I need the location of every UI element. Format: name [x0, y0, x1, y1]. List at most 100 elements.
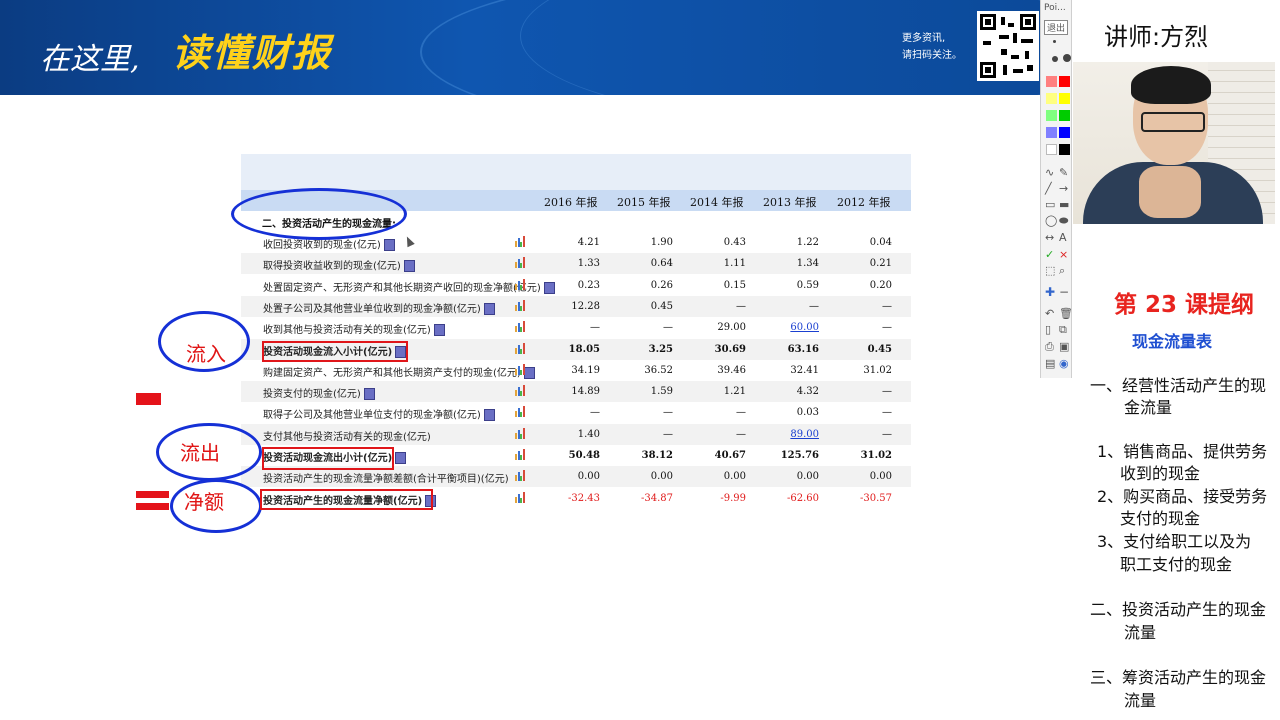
line-icon[interactable]: ╱ — [1045, 182, 1052, 195]
row-label: 处置子公司及其他营业单位收到的现金净额(亿元) — [263, 300, 495, 315]
banner-wave — [520, 0, 1040, 95]
chart-icon[interactable] — [515, 385, 525, 397]
chart-icon[interactable] — [515, 406, 525, 418]
color-swatch-light-red[interactable] — [1046, 76, 1057, 87]
chart-icon[interactable] — [515, 342, 525, 354]
chart-icon[interactable] — [515, 257, 525, 269]
zoom-icon[interactable]: ⌕ — [1059, 264, 1065, 278]
color-swatch-light-green[interactable] — [1046, 110, 1057, 121]
value-link[interactable]: 89.00 — [759, 429, 819, 440]
webcam-video — [1073, 62, 1275, 224]
value-cell: — — [736, 407, 746, 419]
value-cell: 1.22 — [796, 237, 819, 248]
color-swatch-blue[interactable] — [1059, 127, 1070, 138]
row-label-text: 处置固定资产、无形资产和其他长期资产收回的现金净额(亿元) — [263, 282, 541, 294]
info-icon[interactable] — [363, 388, 375, 401]
chart-icon[interactable] — [515, 236, 525, 247]
row-label: 投资活动产生的现金流量净额差额(合计平衡项目)(亿元) — [263, 470, 509, 485]
value-cell: 18.05 — [568, 343, 600, 355]
chart-icon[interactable] — [515, 449, 525, 460]
exit-button[interactable]: 退出 — [1044, 20, 1069, 35]
row-label-text: 购建固定资产、无形资产和其他长期资产支付的现金(亿元) — [263, 367, 521, 379]
info-icon[interactable] — [433, 324, 445, 337]
select-icon[interactable]: ⬚ — [1045, 264, 1055, 277]
inflow-annotation-label: 流入 — [186, 342, 226, 366]
outline-item: 1、销售商品、提供劳务 — [1097, 442, 1268, 461]
annotation-tool-palette: Poi... 退出 ∿ ✎ ╱ → ▭ ▬ ◯ ⬬ ↔ A ✓ × ⬚ ⌕ ✚ … — [1040, 0, 1073, 378]
section-ellipse-annotation — [231, 188, 407, 240]
minus-annotation — [136, 393, 161, 405]
color-swatch-green[interactable] — [1059, 110, 1070, 121]
chart-icon[interactable] — [515, 299, 525, 311]
settings-icon[interactable]: ◉ — [1059, 357, 1069, 370]
copy-icon[interactable]: ⧉ — [1059, 323, 1067, 337]
chart-icon[interactable] — [515, 470, 525, 482]
info-icon[interactable] — [523, 366, 535, 379]
value-cell: 1.11 — [723, 258, 746, 270]
value-cell: — — [663, 428, 673, 440]
color-swatch-red[interactable] — [1059, 76, 1070, 87]
pen-medium-icon[interactable] — [1052, 56, 1058, 62]
image-icon[interactable]: ▤ — [1045, 357, 1055, 370]
pen-large-icon[interactable] — [1063, 54, 1071, 62]
value-cell: 0.64 — [650, 258, 673, 270]
chart-icon[interactable] — [515, 427, 525, 439]
text-icon[interactable]: A — [1059, 231, 1067, 244]
chart-icon-bar — [522, 406, 525, 418]
value-cell: — — [663, 322, 673, 334]
value-cell: 4.32 — [796, 386, 819, 398]
year-header: 2015 年报 — [617, 196, 671, 209]
trash-icon[interactable]: 🗑 — [1059, 307, 1073, 320]
print-icon[interactable]: ⎙ — [1045, 340, 1054, 354]
highlighter-icon[interactable]: ✎ — [1059, 166, 1068, 179]
info-icon[interactable] — [403, 260, 415, 273]
cross-icon[interactable]: × — [1059, 248, 1068, 261]
zoom-in-icon[interactable]: ✚ — [1045, 285, 1055, 299]
undo-icon[interactable]: ↶ — [1045, 307, 1054, 320]
pen-small-icon[interactable] — [1053, 40, 1056, 43]
value-cell: — — [809, 300, 819, 312]
row-label: 投资支付的现金(亿元) — [263, 385, 375, 401]
outline-item: 流量 — [1124, 623, 1157, 642]
save-icon[interactable]: ▣ — [1059, 340, 1069, 353]
chart-icon[interactable] — [515, 321, 525, 333]
color-swatch-light-yellow[interactable] — [1046, 93, 1057, 104]
outline-title: 第 23 课提纲 — [1114, 292, 1255, 318]
color-swatch-black[interactable] — [1059, 144, 1070, 155]
info-icon[interactable] — [395, 452, 407, 464]
value-cell: 0.03 — [796, 407, 819, 419]
filled-ellipse-icon[interactable]: ⬬ — [1059, 214, 1068, 228]
ellipse-icon[interactable]: ◯ — [1045, 214, 1057, 227]
qr-code-icon — [977, 11, 1039, 81]
chart-icon[interactable] — [515, 491, 525, 503]
row-label-text: 取得子公司及其他营业单位支付的现金净额(亿元) — [263, 410, 481, 422]
presenter-glasses — [1141, 112, 1205, 132]
value-cell: — — [882, 407, 892, 419]
rectangle-icon[interactable]: ▭ — [1045, 198, 1055, 211]
presenter-hair — [1131, 66, 1211, 104]
double-arrow-icon[interactable]: ↔ — [1045, 231, 1054, 244]
info-icon[interactable] — [383, 239, 395, 251]
chart-icon-bar — [522, 427, 525, 439]
freehand-icon[interactable]: ∿ — [1045, 166, 1054, 179]
chart-icon-bar — [522, 491, 525, 503]
info-icon[interactable] — [483, 409, 495, 422]
check-icon[interactable]: ✓ — [1045, 248, 1054, 261]
filled-rectangle-icon[interactable]: ▬ — [1059, 198, 1069, 211]
chart-icon[interactable] — [515, 363, 525, 375]
color-swatch-yellow[interactable] — [1059, 93, 1070, 104]
arrow-icon[interactable]: → — [1059, 182, 1068, 195]
value-cell: 0.04 — [869, 237, 892, 248]
color-swatch-white[interactable] — [1046, 144, 1057, 155]
chart-icon[interactable] — [515, 278, 525, 290]
chart-icon-bar — [522, 363, 525, 375]
outline-item: 二、投资活动产生的现金 — [1090, 600, 1267, 619]
info-icon[interactable] — [483, 302, 495, 315]
color-swatch-light-blue[interactable] — [1046, 127, 1057, 138]
value-cell: 0.23 — [577, 279, 600, 291]
new-page-icon[interactable]: ▯ — [1045, 323, 1051, 336]
zoom-out-icon[interactable]: − — [1059, 285, 1069, 299]
value-cell: 0.21 — [869, 258, 892, 270]
value-cell: 31.02 — [863, 364, 892, 376]
value-link[interactable]: 60.00 — [759, 322, 819, 333]
